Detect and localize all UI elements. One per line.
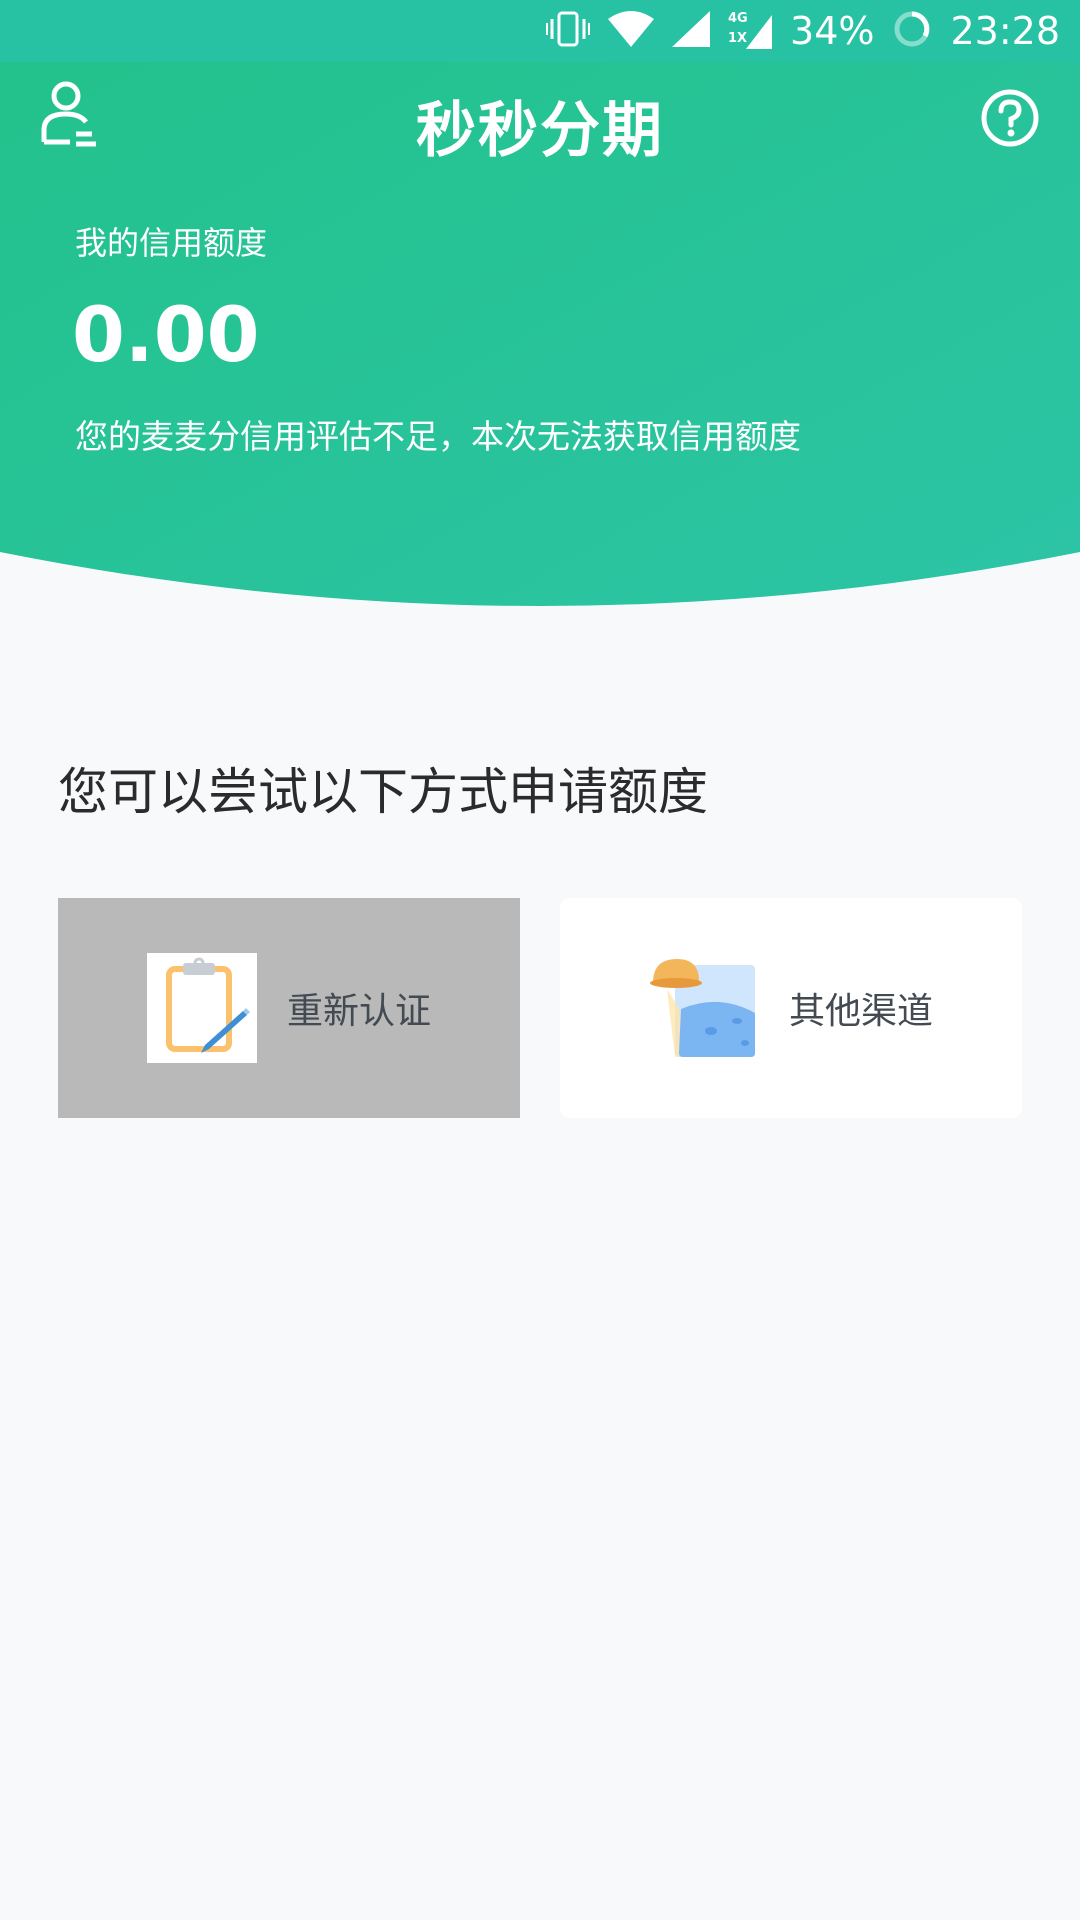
credit-limit-note: 您的麦麦分信用评估不足，本次无法获取信用额度 (75, 417, 801, 456)
network-4g-icon: 4G 1X (728, 11, 773, 51)
battery-ring-icon (892, 9, 932, 53)
credit-limit-amount: 0.00 (72, 290, 260, 379)
other-channels-label: 其他渠道 (788, 991, 933, 1032)
help-button[interactable] (980, 88, 1040, 148)
other-channels-card[interactable]: 其他渠道 (560, 898, 1022, 1118)
ufo-planet-icon (649, 953, 759, 1063)
clock: 23:28 (950, 9, 1060, 53)
app-toolbar: 秒秒分期 (0, 62, 1080, 174)
wifi-icon (608, 11, 655, 51)
reauthenticate-label: 重新认证 (286, 991, 431, 1032)
battery-percent: 34% (790, 9, 875, 53)
vibrate-icon (546, 9, 591, 53)
credit-limit-label: 我的信用额度 (75, 224, 268, 262)
status-bar: 4G 1X 34% 23:28 (0, 0, 1080, 62)
app-root: 4G 1X 34% 23:28 秒秒分期 我的信用额度 0.00 您的麦麦分信用… (0, 0, 1080, 1920)
app-title: 秒秒分期 (416, 96, 664, 166)
question-circle-icon (981, 89, 1039, 147)
reauthenticate-card[interactable]: 重新认证 (58, 898, 520, 1118)
clipboard-icon (146, 953, 257, 1063)
signal-icon (672, 11, 711, 51)
apply-options-title: 您可以尝试以下方式申请额度 (58, 763, 708, 821)
